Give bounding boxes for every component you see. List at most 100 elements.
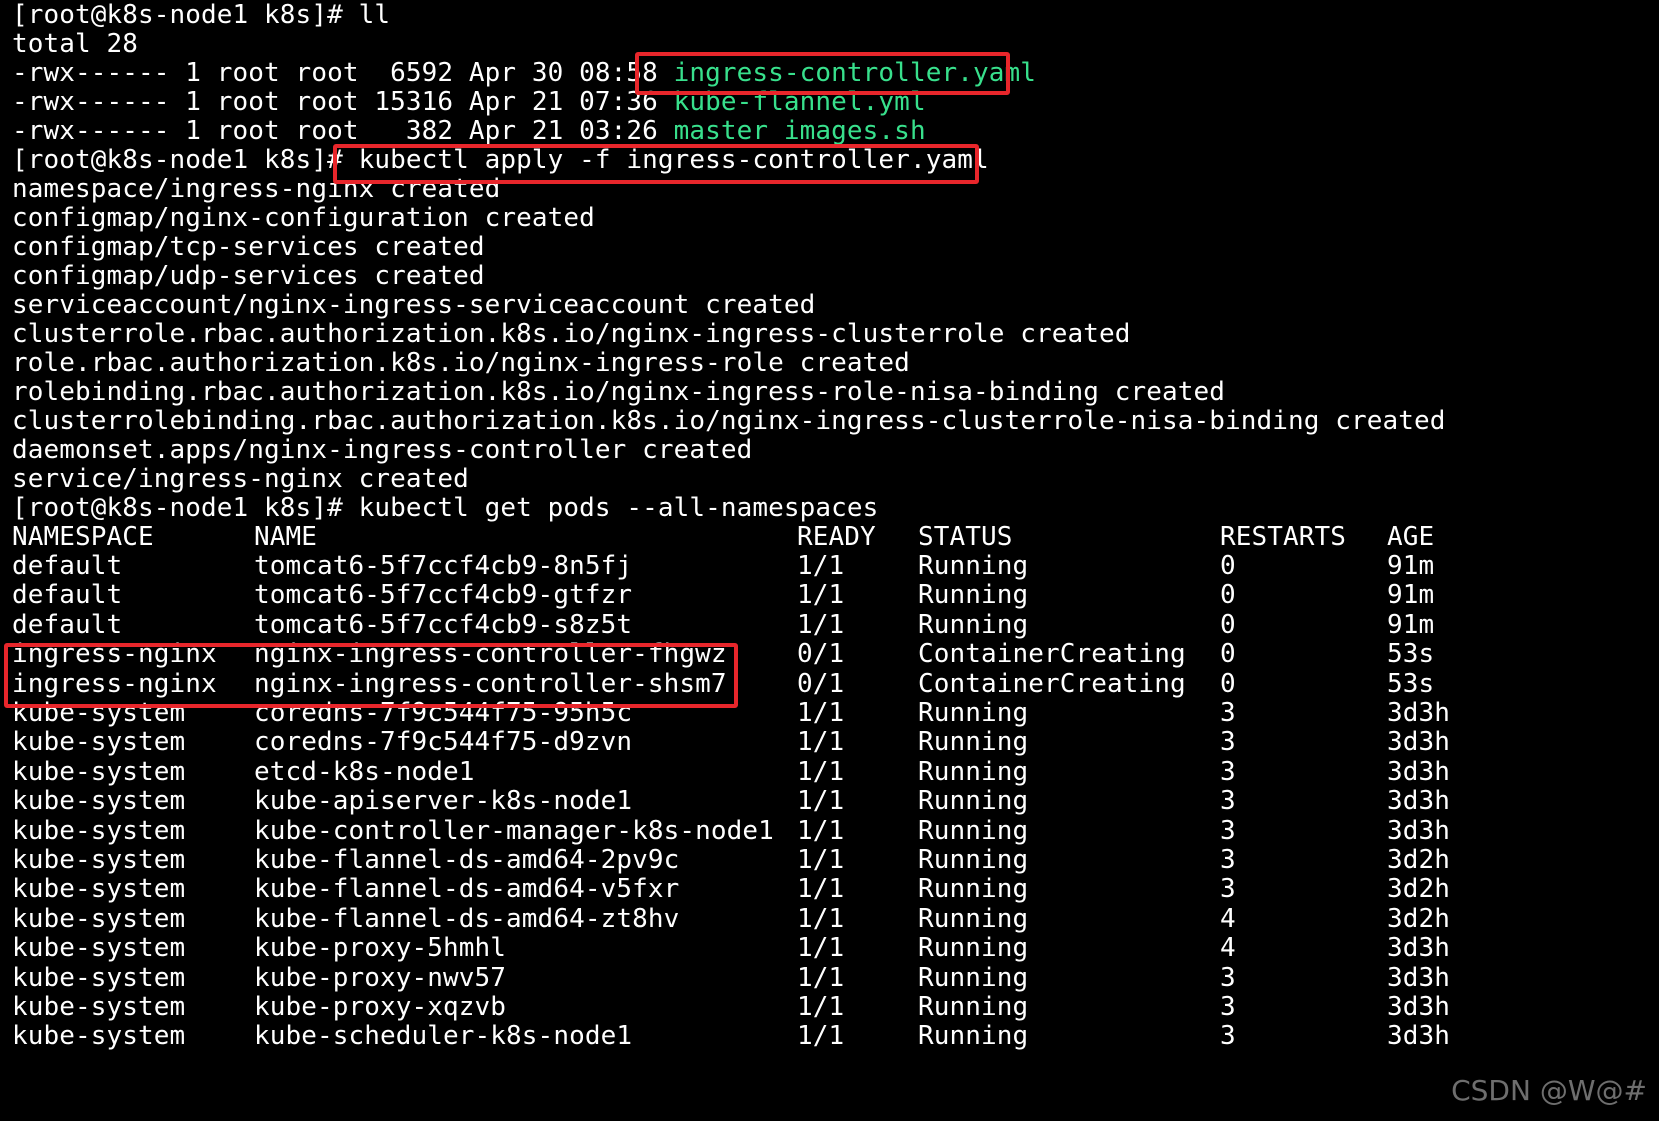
pod-row: default tomcat6-5f7ccf4cb9-gtfzr 1/1 Runnin…	[12, 580, 1652, 611]
pod-restarts: 3	[1220, 756, 1236, 787]
prompt-line-get-pods: [root@k8s-node1 k8s]# kubectl get pods -…	[12, 493, 878, 524]
pod-restarts: 3	[1220, 874, 1236, 905]
pod-namespace: default	[12, 580, 123, 611]
pod-ready: 1/1	[797, 874, 845, 905]
pod-ready: 1/1	[797, 580, 845, 611]
pod-name: tomcat6-5f7ccf4cb9-gtfzr	[254, 580, 633, 611]
apply-output-line: configmap/nginx-configuration created	[12, 203, 595, 233]
shell-prompt: [root@k8s-node1 k8s]#	[12, 145, 359, 175]
pod-status: Running	[918, 903, 1029, 934]
pod-name: coredns-7f9c544f75-d9zvn	[254, 727, 633, 758]
pod-age: 3d2h	[1387, 903, 1451, 934]
pod-status: Running	[918, 786, 1029, 817]
pod-age: 3d3h	[1387, 992, 1451, 1022]
pods-table-header: NAMESPACE NAME READY STATUS RESTARTS AGE	[12, 522, 1652, 553]
pod-age: 3d3h	[1387, 1021, 1451, 1052]
pod-age: 53s	[1387, 668, 1435, 699]
pod-namespace: kube-system	[12, 756, 186, 787]
pod-name: kube-flannel-ds-amd64-v5fxr	[254, 874, 680, 905]
watermark: CSDN @W@#	[1451, 1074, 1647, 1107]
pod-status: ContainerCreating	[918, 668, 1186, 699]
pod-status: Running	[918, 551, 1029, 581]
pod-name: kube-controller-manager-k8s-node1	[254, 815, 774, 846]
pod-name: kube-proxy-nwv57	[254, 962, 507, 993]
pod-name: nginx-ingress-controller-shsm7	[254, 668, 727, 699]
file-listing-row: -rwx------ 1 root root 382 Apr 21 03:26 …	[12, 116, 926, 146]
pod-status: Running	[918, 727, 1029, 758]
apply-output-line: daemonset.apps/nginx-ingress-controller …	[12, 435, 753, 465]
pod-ready: 1/1	[797, 786, 845, 817]
pod-age: 91m	[1387, 580, 1435, 611]
pod-ready: 1/1	[797, 845, 845, 875]
apply-output-line: configmap/udp-services created	[12, 261, 485, 291]
apply-output-line: namespace/ingress-nginx created	[12, 174, 501, 204]
pod-namespace: kube-system	[12, 992, 186, 1022]
pod-row: kube-system kube-scheduler-k8s-node1 1/1 Ru…	[12, 1021, 1652, 1052]
pod-name: etcd-k8s-node1	[254, 756, 475, 787]
file-listing-row: -rwx------ 1 root root 6592 Apr 30 08:58…	[12, 58, 1036, 88]
pod-age: 3d2h	[1387, 845, 1451, 875]
pod-row: ingress-nginx nginx-ingress-controller-sh…	[12, 669, 1652, 700]
pod-restarts: 3	[1220, 786, 1236, 817]
pod-age: 91m	[1387, 551, 1435, 581]
pod-row: kube-system kube-flannel-ds-amd64-2pv9c 1/…	[12, 845, 1652, 876]
shell-prompt: [root@k8s-node1 k8s]#	[12, 493, 359, 523]
pod-restarts: 4	[1220, 903, 1236, 934]
pod-restarts: 0	[1220, 639, 1236, 670]
pod-namespace: kube-system	[12, 962, 186, 993]
pod-status: Running	[918, 1021, 1029, 1052]
pod-name: nginx-ingress-controller-fhgwz	[254, 639, 727, 670]
pod-row: kube-system coredns-7f9c544f75-d9zvn 1/1 Ru…	[12, 727, 1652, 758]
pod-ready: 1/1	[797, 551, 845, 581]
pod-row: kube-system kube-proxy-5hmhl 1/1 Running 4 3d…	[12, 933, 1652, 964]
pod-namespace: default	[12, 609, 123, 640]
pod-namespace: kube-system	[12, 698, 186, 728]
apply-output-line: clusterrolebinding.rbac.authorization.k8…	[12, 406, 1446, 436]
apply-output-line: clusterrole.rbac.authorization.k8s.io/ng…	[12, 319, 1131, 349]
pod-ready: 1/1	[797, 903, 845, 934]
column-header-namespace: NAMESPACE	[12, 522, 154, 552]
pod-status: Running	[918, 756, 1029, 787]
column-header-age: AGE	[1387, 522, 1435, 552]
pod-status: Running	[918, 609, 1029, 640]
pod-restarts: 3	[1220, 815, 1236, 846]
pod-age: 3d3h	[1387, 727, 1451, 758]
pod-restarts: 0	[1220, 609, 1236, 640]
pod-status: Running	[918, 874, 1029, 905]
pod-namespace: default	[12, 551, 123, 581]
pod-ready: 1/1	[797, 756, 845, 787]
apply-output-line: service/ingress-nginx created	[12, 464, 469, 494]
ls-total: total 28	[12, 29, 139, 59]
pod-namespace: kube-system	[12, 786, 186, 817]
pod-name: kube-flannel-ds-amd64-2pv9c	[254, 845, 680, 875]
pod-status: Running	[918, 845, 1029, 875]
pod-name: tomcat6-5f7ccf4cb9-8n5fj	[254, 551, 633, 581]
pod-status: ContainerCreating	[918, 639, 1186, 670]
pod-ready: 1/1	[797, 727, 845, 758]
pod-restarts: 3	[1220, 727, 1236, 758]
pod-age: 3d2h	[1387, 874, 1451, 905]
pod-namespace: ingress-nginx	[12, 668, 217, 699]
pod-row: default tomcat6-5f7ccf4cb9-8n5fj 1/1 Runnin…	[12, 551, 1652, 582]
terminal-window[interactable]: [root@k8s-node1 k8s]# ll total 28 -rwx--…	[0, 0, 1659, 1121]
prompt-line-apply: [root@k8s-node1 k8s]# kubectl apply -f i…	[12, 145, 989, 176]
pod-name: kube-proxy-5hmhl	[254, 933, 507, 964]
pod-name: coredns-7f9c544f75-95h5c	[254, 698, 633, 728]
pod-ready: 0/1	[797, 668, 845, 699]
pod-restarts: 3	[1220, 1021, 1236, 1052]
pod-ready: 1/1	[797, 609, 845, 640]
shell-prompt: [root@k8s-node1 k8s]#	[12, 0, 359, 30]
pod-row: kube-system kube-proxy-nwv57 1/1 Running 3 3d…	[12, 963, 1652, 994]
command-text: kubectl get pods --all-namespaces	[358, 493, 879, 523]
pod-namespace: kube-system	[12, 845, 186, 875]
column-header-name: NAME	[254, 522, 318, 552]
pod-row: ingress-nginx nginx-ingress-controller-fh…	[12, 639, 1652, 670]
pod-status: Running	[918, 580, 1029, 611]
pod-name: kube-scheduler-k8s-node1	[254, 1021, 633, 1052]
pod-status: Running	[918, 698, 1029, 728]
pod-restarts: 3	[1220, 992, 1236, 1022]
pod-status: Running	[918, 933, 1029, 964]
pod-status: Running	[918, 815, 1029, 846]
file-name: ingress-controller.yaml	[673, 58, 1036, 88]
pod-ready: 1/1	[797, 698, 845, 728]
